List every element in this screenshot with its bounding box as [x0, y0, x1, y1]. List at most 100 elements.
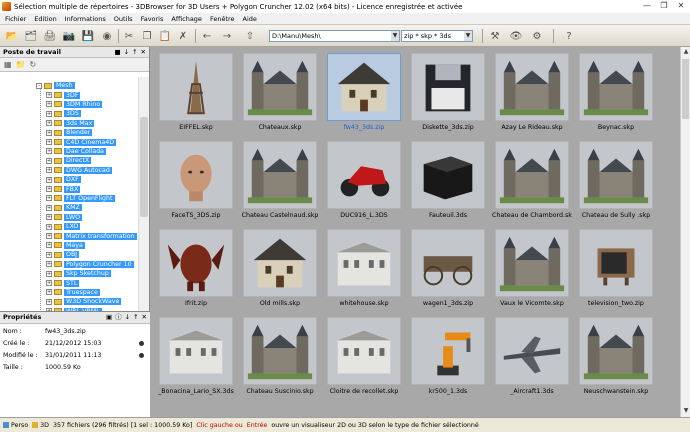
thumbnail-preview[interactable]	[411, 141, 485, 209]
tree-item[interactable]: + DXF	[46, 175, 81, 184]
tree-item[interactable]: +3DF	[46, 90, 81, 99]
perso-tag[interactable]: Perso	[3, 422, 28, 429]
date-picker-icon[interactable]	[139, 353, 144, 358]
expand-icon[interactable]: -	[36, 82, 42, 89]
paste-icon[interactable]: 📋	[158, 29, 172, 43]
up-folder-icon[interactable]: ⇧	[243, 29, 257, 43]
file-thumbnail[interactable]: DUC916_L.3DS	[324, 138, 404, 222]
scroll-down-icon[interactable]: ▼	[681, 407, 690, 416]
thumbnail-preview[interactable]	[159, 229, 233, 297]
forward-icon[interactable]: →	[220, 29, 234, 43]
tree-item[interactable]: + KMZ	[46, 203, 82, 212]
menu-outils[interactable]: Outils	[114, 15, 133, 23]
expand-icon[interactable]: +	[46, 129, 52, 136]
file-thumbnail[interactable]: fw43_3ds.zip	[324, 50, 404, 134]
arrow-up-icon[interactable]: ↑	[133, 312, 138, 323]
expand-icon[interactable]: +	[46, 251, 52, 258]
expand-icon[interactable]: +	[46, 298, 52, 305]
expand-icon[interactable]: +	[46, 195, 52, 202]
expand-icon[interactable]: +	[46, 92, 52, 99]
tree-item[interactable]: +3ds Max	[46, 119, 95, 128]
file-thumbnail[interactable]: wagen1_3ds.zip	[408, 226, 488, 310]
thumbnail-preview[interactable]	[579, 141, 653, 209]
expand-icon[interactable]: +	[46, 148, 52, 155]
file-thumbnail[interactable]: Chateau Castelnaud.skp	[240, 138, 320, 222]
open-folder-icon[interactable]: 📂	[5, 29, 19, 43]
thumbnail-preview[interactable]	[327, 53, 401, 121]
print-icon[interactable]: 🖨	[43, 29, 57, 43]
path-dropdown-icon[interactable]: ▼	[391, 31, 399, 41]
tools-icon[interactable]: ⚒	[488, 29, 502, 43]
scroll-thumb[interactable]	[140, 117, 148, 217]
export-icon[interactable]: 💾	[81, 29, 95, 43]
file-thumbnail[interactable]: Fauteuil.3ds	[408, 138, 488, 222]
close-panel-icon[interactable]: ✕	[141, 47, 146, 58]
file-thumbnail[interactable]: Old mills.skp	[240, 226, 320, 310]
tree-item[interactable]: + LWO	[46, 213, 83, 222]
thumbnail-preview[interactable]	[159, 141, 233, 209]
tree-item[interactable]: + Polygon Cruncher 10	[46, 260, 134, 269]
expand-icon[interactable]: +	[46, 261, 52, 268]
file-thumbnail[interactable]: Vaux le Vicomte.skp	[492, 226, 572, 310]
thumbnail-preview[interactable]	[243, 229, 317, 297]
thumbnail-preview[interactable]	[159, 317, 233, 385]
expand-icon[interactable]: +	[46, 157, 52, 164]
tree-item[interactable]: + Matrix transformation	[46, 231, 137, 240]
tree-item[interactable]: - Mesh	[36, 81, 75, 90]
tree-scrollbar[interactable]	[138, 77, 149, 347]
file-thumbnail[interactable]: _Aircraft1.3ds	[492, 314, 572, 398]
minimize-button[interactable]: —	[640, 1, 654, 11]
file-thumbnail[interactable]: Beynac.skp	[576, 50, 656, 134]
expand-icon[interactable]: +	[46, 204, 52, 211]
thumbnail-preview[interactable]	[243, 317, 317, 385]
file-thumbnail[interactable]: Chateaux.skp	[240, 50, 320, 134]
expand-icon[interactable]: +	[46, 289, 52, 296]
tree-item[interactable]: + DirectX	[46, 156, 92, 165]
scroll-up-icon[interactable]: ▲	[681, 48, 690, 57]
expand-icon[interactable]: +	[46, 167, 52, 174]
path-input[interactable]: D:\Manu\Mesh\	[269, 30, 400, 42]
tree-item[interactable]: +3DS	[46, 109, 81, 118]
thumbnail-preview[interactable]	[495, 317, 569, 385]
filter-dropdown-icon[interactable]: ▼	[464, 31, 472, 41]
close-button[interactable]: ✕	[674, 1, 688, 11]
tree-item[interactable]: + C4D Cinema4D	[46, 137, 117, 146]
settings-icon[interactable]: ⚙	[530, 29, 544, 43]
file-thumbnail[interactable]: Ifrit.zip	[156, 226, 236, 310]
refresh-icon[interactable]: ↻	[30, 60, 37, 69]
thumbnail-preview[interactable]	[327, 141, 401, 209]
cut-icon[interactable]: ✂	[122, 29, 136, 43]
tree-item[interactable]: + Skp Sketchup	[46, 269, 111, 278]
expand-icon[interactable]: +	[46, 233, 52, 240]
folder-icon[interactable]: 📁	[16, 60, 26, 69]
tree-item[interactable]: + Blender	[46, 128, 93, 137]
eye-icon[interactable]: 👁	[509, 29, 523, 43]
date-picker-icon[interactable]	[139, 341, 144, 346]
mode-tag[interactable]: 3D	[32, 422, 49, 429]
thumbnail-preview[interactable]	[495, 53, 569, 121]
arrow-down-icon[interactable]: ↓	[124, 47, 129, 58]
thumbnail-preview[interactable]	[327, 317, 401, 385]
tree-item[interactable]: + Truespace	[46, 288, 100, 297]
tree-item[interactable]: + Dae Collada	[46, 147, 107, 156]
thumbnail-preview[interactable]	[327, 229, 401, 297]
file-thumbnail[interactable]: Chateau de Sully .skp	[576, 138, 656, 222]
camera-icon[interactable]: 📷	[62, 29, 76, 43]
file-thumbnail[interactable]: Chateau Suscinio.skp	[240, 314, 320, 398]
tree-item[interactable]: + Maya	[46, 241, 85, 250]
thumbnail-preview[interactable]	[243, 141, 317, 209]
thumbnail-preview[interactable]	[579, 317, 653, 385]
thumbnail-preview[interactable]	[411, 317, 485, 385]
menu-fichier[interactable]: Fichier	[5, 15, 26, 23]
thumbnail-preview[interactable]	[579, 53, 653, 121]
tree-item[interactable]: +3DM Rhino	[46, 100, 103, 109]
multi-folder-icon[interactable]: 🗂	[24, 29, 38, 43]
arrow-up-icon[interactable]: ↑	[132, 47, 137, 58]
file-thumbnail[interactable]: _Bonacina_Lario_SX.3ds	[156, 314, 236, 398]
file-thumbnail[interactable]: Cloitre de recollet.skp	[324, 314, 404, 398]
help-icon[interactable]: ?	[562, 29, 576, 43]
file-thumbnail[interactable]: FaceTS_3DS.zip	[156, 138, 236, 222]
expand-icon[interactable]: +	[46, 242, 52, 249]
tree-item[interactable]: + STL	[46, 278, 80, 287]
expand-icon[interactable]: +	[46, 120, 52, 127]
